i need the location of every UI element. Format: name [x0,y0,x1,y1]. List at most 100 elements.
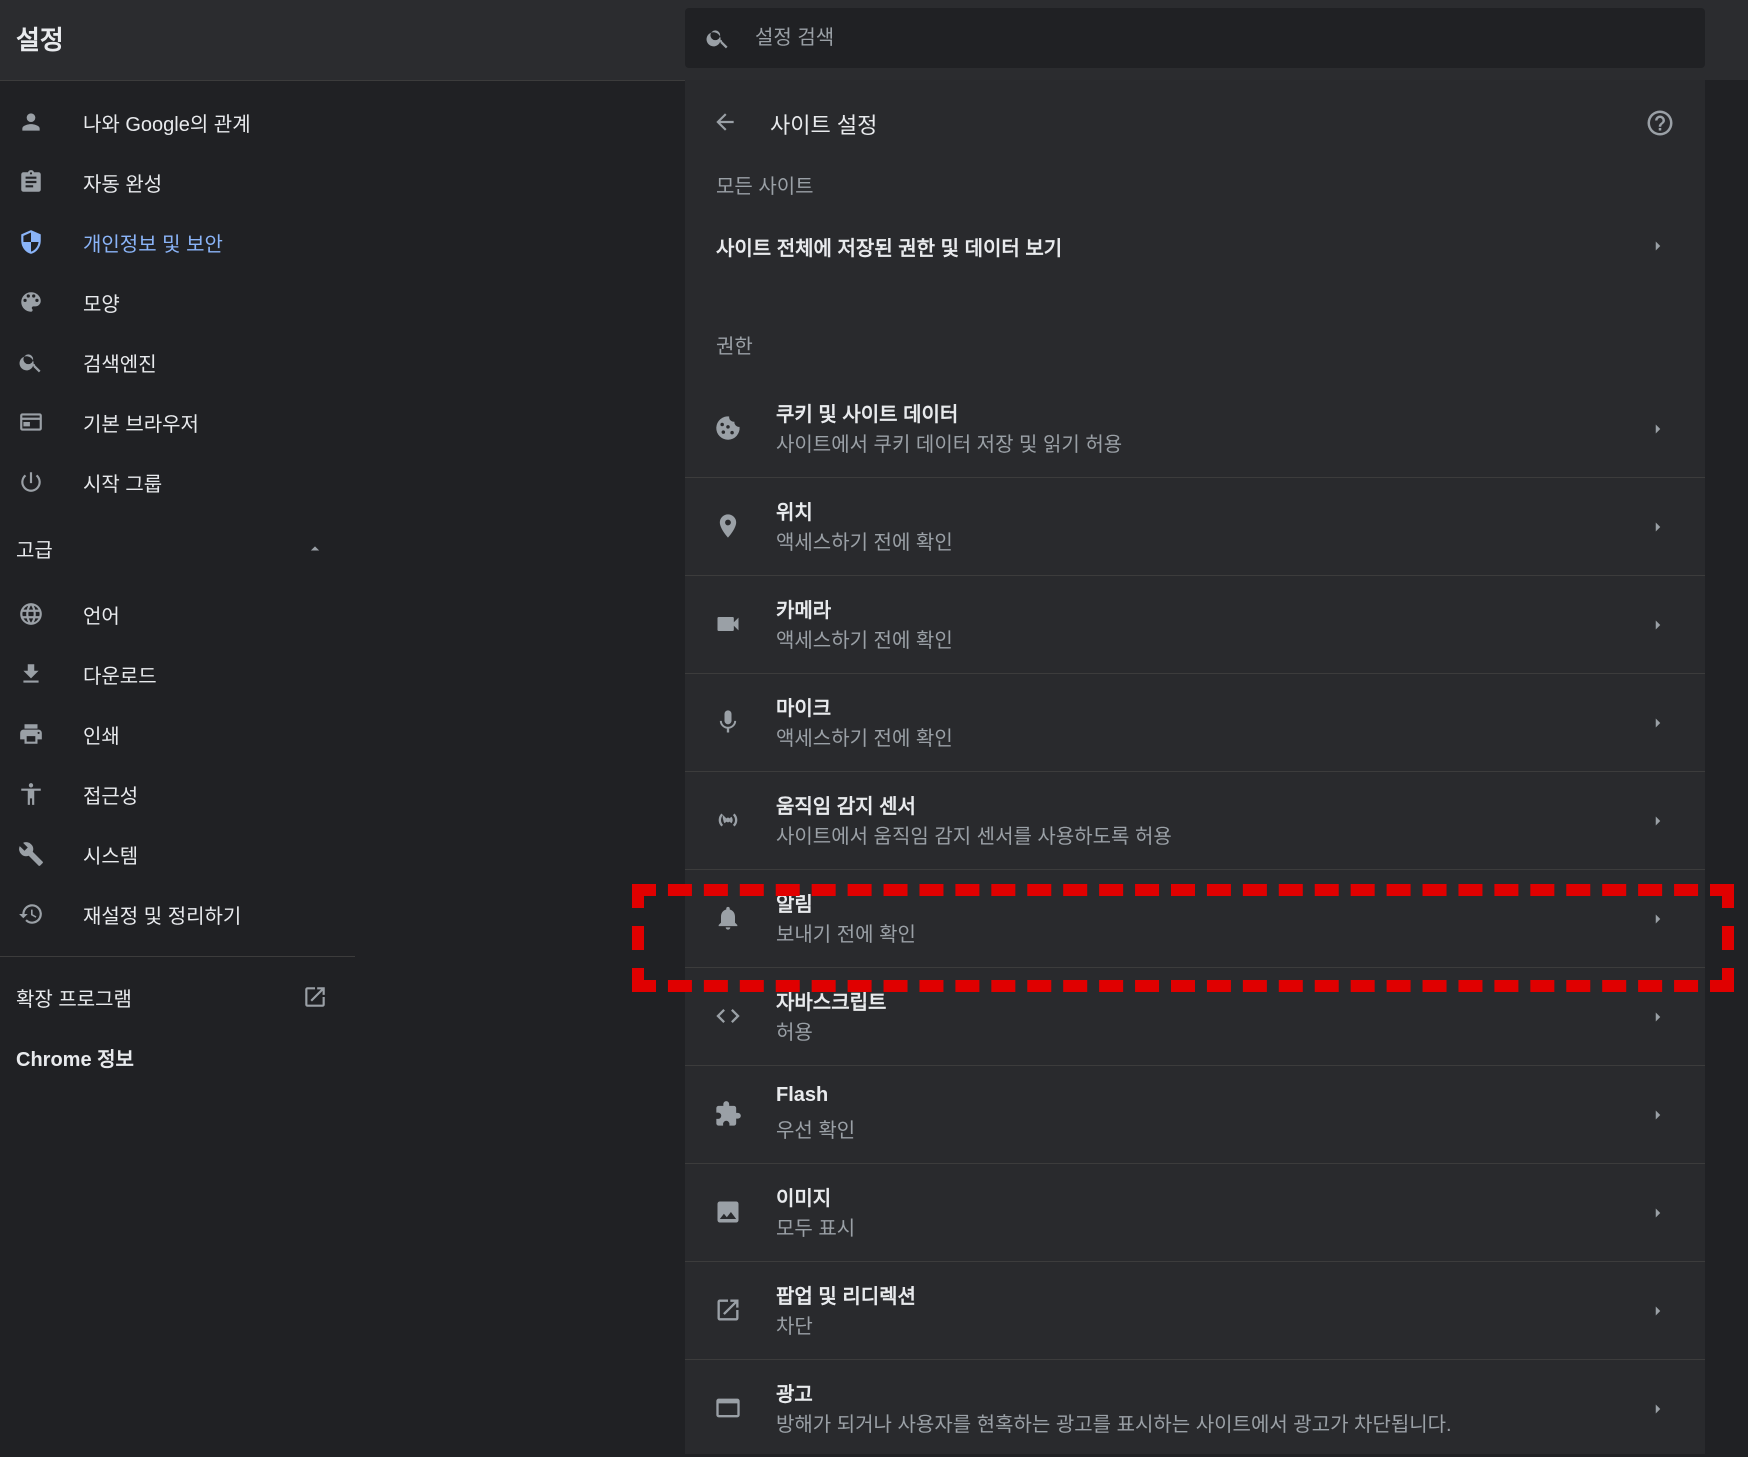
sidebar-item-label: Chrome 정보 [16,1048,134,1071]
sidebar-item-appearance[interactable]: 모양 [0,272,355,332]
permission-title: 자바스크립트 [776,992,887,1014]
chevron-right-icon [1655,1404,1661,1414]
chevron-right-icon [1655,620,1661,630]
sidebar-item-printing[interactable]: 인쇄 [0,704,355,764]
permissions-list: 쿠키 및 사이트 데이터 사이트에서 쿠키 데이터 저장 및 읽기 허용 위치 … [685,380,1705,1457]
chevron-right-icon [1655,241,1661,251]
sidebar-item-label: 언어 [83,605,120,628]
globe-icon [18,601,44,627]
chevron-right-icon [1655,718,1661,728]
open-in-new-icon [305,987,325,1007]
power-icon [18,469,44,495]
palette-icon [18,289,44,315]
sidebar-item-label: 나와 Google의 관계 [83,113,251,136]
top-bar: 설정 [0,0,1748,81]
sidebar-item-accessibility[interactable]: 접근성 [0,764,355,824]
sidebar-item-system[interactable]: 시스템 [0,824,355,884]
sidebar-item-languages[interactable]: 언어 [0,584,355,644]
sidebar-item-privacy[interactable]: 개인정보 및 보안 [0,212,355,272]
advanced-section-toggle[interactable]: 고급 [0,512,355,584]
code-icon [716,1009,740,1023]
sidebar-item-label: 인쇄 [83,725,120,748]
permission-title: 팝업 및 리디렉션 [776,1286,916,1308]
sidebar-item-label: 다운로드 [83,665,157,688]
chevron-right-icon [1655,1110,1661,1120]
permission-row-camera[interactable]: 카메라 액세스하기 전에 확인 [685,576,1705,674]
permission-row-location[interactable]: 위치 액세스하기 전에 확인 [685,478,1705,576]
sidebar-item-label: 접근성 [83,785,139,808]
chevron-right-icon [1655,424,1661,434]
permission-row-flash[interactable]: Flash 우선 확인 [685,1066,1705,1164]
permission-title: 카메라 [776,600,832,622]
sidebar-item-label: 시작 그룹 [83,473,163,496]
permission-row-notifications[interactable]: 알림 보내기 전에 확인 [685,870,1705,968]
cookie-icon [716,416,740,440]
permission-row-javascript[interactable]: 자바스크립트 허용 [685,968,1705,1066]
clipboard-icon [18,169,44,195]
sidebar-item-downloads[interactable]: 다운로드 [0,644,355,704]
sidebar-item-search-engine[interactable]: 검색엔진 [0,332,355,392]
all-sites-link[interactable]: 사이트 전체에 저장된 권한 및 데이터 보기 [685,210,1705,282]
permission-subtitle: 액세스하기 전에 확인 [776,630,953,652]
permission-row-cookies[interactable]: 쿠키 및 사이트 데이터 사이트에서 쿠키 데이터 저장 및 읽기 허용 [685,380,1705,478]
puzzle-icon [716,1101,741,1126]
permission-title: 움직임 감지 센서 [776,796,916,818]
permission-subtitle: 우선 확인 [776,1120,856,1142]
open-in-new-icon [717,1299,739,1321]
permission-title: 광고 [776,1384,813,1406]
help-icon[interactable] [1645,108,1675,138]
location-icon [719,514,737,538]
print-icon [18,721,44,747]
chevron-right-icon [1655,1208,1661,1218]
permission-subtitle: 사이트에서 쿠키 데이터 저장 및 읽기 허용 [776,434,1123,456]
sidebar-item-label: 시스템 [83,845,139,868]
permission-row-microphone[interactable]: 마이크 액세스하기 전에 확인 [685,674,1705,772]
search-box[interactable] [685,8,1705,68]
sidebar-item-default-browser[interactable]: 기본 브라우저 [0,392,355,452]
sidebar-item-extensions[interactable]: 확장 프로그램 [0,967,355,1027]
sidebar-item-on-startup[interactable]: 시작 그룹 [0,452,355,512]
sidebar-item-autofill[interactable]: 자동 완성 [0,152,355,212]
sidebar-item-label: 기본 브라우저 [83,413,199,436]
camera-icon [717,617,739,631]
search-icon [18,349,44,375]
all-sites-link-label: 사이트 전체에 저장된 권한 및 데이터 보기 [716,237,1063,260]
sidebar-item-about-chrome[interactable]: Chrome 정보 [0,1027,355,1087]
permission-subtitle: 방해가 되거나 사용자를 현혹하는 광고를 표시하는 사이트에서 광고가 차단됩… [776,1414,1452,1436]
download-icon [18,661,44,687]
caret-up-icon [310,546,320,551]
chevron-right-icon [1655,914,1661,924]
permission-title: 위치 [776,502,813,524]
permission-row-images[interactable]: 이미지 모두 표시 [685,1164,1705,1262]
sidebar-item-label: 자동 완성 [83,173,163,196]
sidebar: 나와 Google의 관계 자동 완성 개인정보 및 보안 모양 검색엔진 기본… [0,92,355,1087]
permission-title: 쿠키 및 사이트 데이터 [776,404,959,426]
sidebar-item-google[interactable]: 나와 Google의 관계 [0,92,355,152]
person-icon [18,109,44,135]
permission-row-ads[interactable]: 광고 방해가 되거나 사용자를 현혹하는 광고를 표시하는 사이트에서 광고가 … [685,1360,1705,1457]
advanced-section-label: 고급 [16,539,53,562]
permission-subtitle: 보내기 전에 확인 [776,924,916,946]
permission-row-motion-sensors[interactable]: 움직임 감지 센서 사이트에서 움직임 감지 센서를 사용하도록 허용 [685,772,1705,870]
chevron-right-icon [1655,816,1661,826]
sidebar-item-label: 재설정 및 정리하기 [83,905,242,928]
permission-subtitle: 모두 표시 [776,1218,856,1240]
page-header: 사이트 설정 [685,80,1705,162]
chevron-right-icon [1655,1012,1661,1022]
sensor-icon [718,813,738,827]
ads-icon [716,1398,740,1418]
chevron-right-icon [1655,522,1661,532]
permission-row-popups[interactable]: 팝업 및 리디렉션 차단 [685,1262,1705,1360]
sidebar-divider [0,956,355,957]
accessibility-icon [18,781,44,807]
all-sites-header: 모든 사이트 [716,176,814,198]
wrench-icon [18,841,44,867]
search-input[interactable] [753,25,1657,51]
sidebar-item-label: 모양 [83,293,120,316]
sidebar-item-label: 개인정보 및 보안 [83,233,223,256]
permission-subtitle: 차단 [776,1316,813,1338]
back-arrow-icon[interactable] [712,109,738,135]
permission-subtitle: 액세스하기 전에 확인 [776,532,953,554]
sidebar-item-reset[interactable]: 재설정 및 정리하기 [0,884,355,944]
permission-title: 마이크 [776,698,832,720]
